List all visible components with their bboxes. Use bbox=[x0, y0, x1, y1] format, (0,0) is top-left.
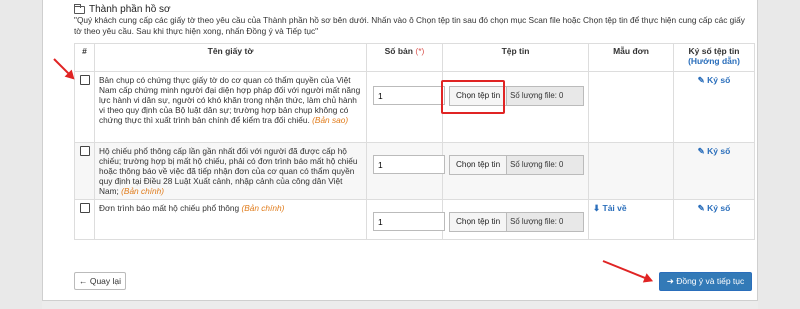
back-button[interactable]: ← Quay lại bbox=[74, 272, 126, 290]
template-cell bbox=[588, 71, 674, 143]
document-name-cell: Hộ chiếu phổ thông cấp lần gần nhất đối … bbox=[94, 142, 367, 200]
template-cell: ⬇ Tải về bbox=[588, 199, 674, 240]
sign-link-label: Ký số bbox=[707, 146, 731, 156]
document-type-note: (Bản chính) bbox=[241, 203, 285, 213]
document-type-note: (Bản sao) bbox=[312, 115, 349, 125]
quantity-input[interactable] bbox=[373, 212, 445, 231]
row-checkbox[interactable] bbox=[79, 146, 90, 156]
next-arrow-icon: ➜ bbox=[666, 276, 674, 286]
panel-footer-strip bbox=[42, 300, 758, 309]
quantity-cell bbox=[366, 199, 445, 240]
sign-cell: ✎ Ký số bbox=[673, 142, 755, 200]
document-type-note: (Bản chính) bbox=[121, 186, 165, 196]
sign-cell: ✎ Ký số bbox=[673, 199, 755, 240]
sign-link-label: Ký số bbox=[707, 75, 731, 85]
agree-continue-button[interactable]: ➜ Đồng ý và tiếp tục bbox=[659, 272, 752, 291]
sign-cell: ✎ Ký số bbox=[673, 71, 755, 143]
row-checkbox[interactable] bbox=[79, 203, 90, 213]
file-picker: Chọn tệp tin Số lượng file: 0 bbox=[449, 212, 584, 232]
documents-table: # Tên giấy tờ Số bản (*) Tệp tin Mẫu đơn… bbox=[74, 43, 755, 240]
sign-header-label: Ký số tệp tin bbox=[688, 46, 740, 56]
folder-icon bbox=[74, 3, 85, 14]
file-count: Số lượng file: 0 bbox=[507, 86, 584, 106]
file-cell: Chọn tệp tin Số lượng file: 0 bbox=[442, 199, 589, 240]
file-count: Số lượng file: 0 bbox=[507, 155, 584, 175]
file-picker: Chọn tệp tin Số lượng file: 0 bbox=[449, 155, 584, 175]
col-header-quantity: Số bản (*) bbox=[366, 43, 443, 72]
row-select-cell bbox=[74, 199, 95, 240]
document-name-cell: Đơn trình báo mất hộ chiếu phổ thông (Bả… bbox=[94, 199, 367, 240]
col-header-template: Mẫu đơn bbox=[588, 43, 674, 72]
file-count: Số lượng file: 0 bbox=[507, 212, 584, 232]
col-header-file: Tệp tin bbox=[442, 43, 589, 72]
row-select-cell bbox=[74, 71, 95, 143]
quantity-header-label: Số bản bbox=[384, 46, 413, 56]
choose-file-button[interactable]: Chọn tệp tin bbox=[449, 212, 508, 232]
sign-guide-link[interactable]: (Hướng dẫn) bbox=[676, 56, 752, 66]
quantity-cell bbox=[366, 142, 445, 200]
quantity-input[interactable] bbox=[373, 86, 445, 105]
section-title: Thành phần hồ sơ bbox=[89, 4, 171, 15]
back-button-label: Quay lại bbox=[89, 276, 122, 286]
table-header-row: # Tên giấy tờ Số bản (*) Tệp tin Mẫu đơn… bbox=[74, 43, 755, 72]
download-template-link[interactable]: ⬇ Tải về bbox=[593, 203, 627, 213]
sign-link[interactable]: ✎ Ký số bbox=[698, 146, 731, 156]
quantity-cell bbox=[366, 71, 445, 143]
col-header-name: Tên giấy tờ bbox=[94, 43, 367, 72]
table-row: Đơn trình báo mất hộ chiếu phổ thông (Bả… bbox=[74, 199, 755, 240]
download-label: Tải về bbox=[602, 203, 627, 213]
col-header-sign: Ký số tệp tin (Hướng dẫn) bbox=[673, 43, 755, 72]
template-cell bbox=[588, 142, 674, 200]
document-name: Đơn trình báo mất hộ chiếu phổ thông bbox=[99, 203, 240, 213]
file-cell: Chọn tệp tin Số lượng file: 0 bbox=[442, 142, 589, 200]
table-row: Hộ chiếu phổ thông cấp lần gần nhất đối … bbox=[74, 142, 755, 200]
quantity-input[interactable] bbox=[373, 155, 445, 174]
sign-link[interactable]: ✎ Ký số bbox=[698, 203, 731, 213]
row-checkbox[interactable] bbox=[79, 75, 90, 85]
document-name-cell: Bản chụp có chứng thực giấy tờ do cơ qua… bbox=[94, 71, 367, 143]
sign-link-label: Ký số bbox=[707, 203, 731, 213]
instruction-notice: "Quý khách cung cấp các giấy tờ theo yêu… bbox=[74, 15, 745, 36]
agree-continue-label: Đồng ý và tiếp tục bbox=[676, 276, 745, 286]
row-select-cell bbox=[74, 142, 95, 200]
highlight-box bbox=[441, 80, 505, 114]
download-icon: ⬇ bbox=[593, 203, 601, 213]
choose-file-button[interactable]: Chọn tệp tin bbox=[449, 155, 508, 175]
sign-link[interactable]: ✎ Ký số bbox=[698, 75, 731, 85]
table-row: Bản chụp có chứng thực giấy tờ do cơ qua… bbox=[74, 71, 755, 143]
col-header-index: # bbox=[74, 43, 95, 72]
section-header: Thành phần hồ sơ bbox=[74, 3, 171, 15]
back-arrow-icon: ← bbox=[78, 276, 88, 286]
required-marker: (*) bbox=[415, 46, 425, 56]
